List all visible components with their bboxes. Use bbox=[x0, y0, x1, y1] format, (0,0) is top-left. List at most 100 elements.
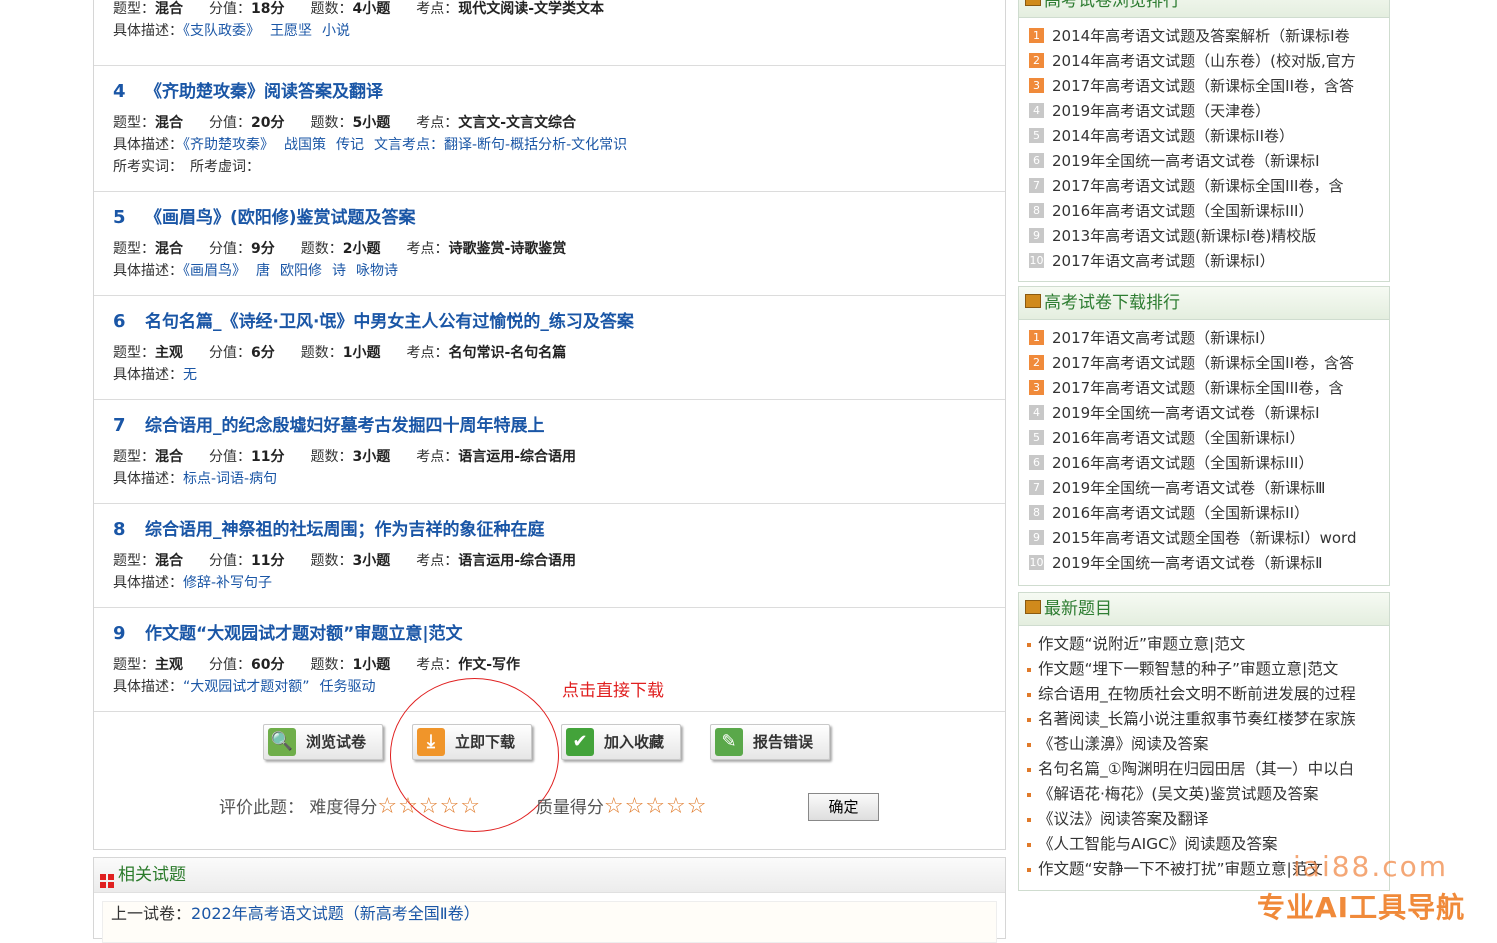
latest-item-link[interactable]: 《解语花·梅花》(吴文英)鉴赏试题及答案 bbox=[1038, 785, 1319, 803]
latest-item[interactable]: 名著阅读_长篇小说注重叙事节奏红楼梦在家族 bbox=[1027, 707, 1389, 732]
rank-item-link[interactable]: 2019年全国统一高考语文试卷（新课标Ⅱ bbox=[1052, 554, 1323, 572]
rank-item-link[interactable]: 2016年高考语文试题（全国新课标II） bbox=[1052, 504, 1309, 522]
rank-item[interactable]: 1 2017年语文高考试题（新课标Ⅰ） bbox=[1029, 326, 1389, 351]
browse-paper-button[interactable]: 🔍 浏览试卷 bbox=[263, 724, 383, 760]
rank-item-link[interactable]: 2017年高考语文试题（新课标全国III卷，含 bbox=[1052, 379, 1343, 397]
meta-value: 诗歌鉴赏-诗歌鉴赏 bbox=[448, 241, 567, 257]
description-tag[interactable]: 文言考点：翻译-断句-概括分析-文化常识 bbox=[374, 137, 627, 153]
latest-item[interactable]: 《议法》阅读答案及翻译 bbox=[1027, 807, 1389, 832]
previous-paper-link[interactable]: 2022年高考语文试题（新高考全国Ⅱ卷） bbox=[191, 904, 480, 923]
question-title[interactable]: 8 综合语用_神祭祖的社坛周围；作为吉祥的象征种在庭 bbox=[113, 504, 1005, 550]
question-title-link[interactable]: 综合语用_神祭祖的社坛周围；作为吉祥的象征种在庭 bbox=[145, 520, 545, 540]
rank-item[interactable]: 1 2014年高考语文试题及答案解析（新课标Ⅰ卷 bbox=[1029, 24, 1389, 49]
rank-item[interactable]: 2 2014年高考语文试题（山东卷）(校对版,官方 bbox=[1029, 49, 1389, 74]
description-tag[interactable]: “大观园试才题对额” bbox=[183, 679, 310, 695]
rank-item-link[interactable]: 2019年高考语文试题（天津卷） bbox=[1052, 102, 1270, 120]
rank-item-link[interactable]: 2016年高考语文试题（全国新课标III） bbox=[1052, 202, 1313, 220]
rank-item[interactable]: 2 2017年高考语文试题（新课标全国II卷，含答 bbox=[1029, 351, 1389, 376]
description-tag[interactable]: 《齐助楚攻秦》 bbox=[183, 137, 274, 153]
rank-item-link[interactable]: 2019年全国统一高考语文试卷（新课标Ⅰ bbox=[1052, 404, 1320, 422]
rank-item-link[interactable]: 2017年语文高考试题（新课标Ⅰ） bbox=[1052, 252, 1275, 270]
latest-item-link[interactable]: 名句名篇_①陶渊明在归园田居（其一）中以白 bbox=[1038, 760, 1354, 778]
description-tag[interactable]: 无 bbox=[183, 367, 197, 383]
quality-stars[interactable]: ☆☆☆☆☆ bbox=[604, 794, 708, 819]
question-title[interactable]: 6 名句名篇_《诗经·卫风·氓》中男女主人公有过愉悦的_练习及答案 bbox=[113, 296, 1005, 342]
question-title-link[interactable]: 作文题“大观园试才题对额”审题立意|范文 bbox=[145, 624, 463, 644]
description-tag[interactable]: 咏物诗 bbox=[356, 263, 398, 279]
rank-item[interactable]: 10 2017年语文高考试题（新课标Ⅰ） bbox=[1029, 249, 1389, 274]
latest-item-link[interactable]: 作文题“安静一下不被打扰”审题立意|范文 bbox=[1038, 860, 1323, 878]
description-tag[interactable]: 任务驱动 bbox=[320, 679, 376, 695]
rank-item[interactable]: 3 2017年高考语文试题（新课标全国III卷，含 bbox=[1029, 376, 1389, 401]
description-tag[interactable]: 修辞-补写句子 bbox=[183, 575, 272, 591]
rank-item-link[interactable]: 2017年高考语文试题（新课标全国III卷，含 bbox=[1052, 177, 1343, 195]
rank-item-link[interactable]: 2014年高考语文试题（山东卷）(校对版,官方 bbox=[1052, 52, 1356, 70]
rank-number-badge: 5 bbox=[1029, 430, 1044, 445]
question-title-link[interactable]: 《齐助楚攻秦》阅读答案及翻译 bbox=[145, 82, 383, 102]
rank-item-link[interactable]: 2017年语文高考试题（新课标Ⅰ） bbox=[1052, 329, 1275, 347]
latest-item[interactable]: 综合语用_在物质社会文明不断前进发展的过程 bbox=[1027, 682, 1389, 707]
description-tag[interactable]: 传记 bbox=[336, 137, 364, 153]
rank-item[interactable]: 5 2016年高考语文试题（全国新课标I） bbox=[1029, 426, 1389, 451]
description-tag[interactable]: 小说 bbox=[322, 23, 350, 39]
question-title[interactable]: 5 《画眉鸟》(欧阳修)鉴赏试题及答案 bbox=[113, 192, 1005, 238]
latest-item[interactable]: 《苍山漾濞》阅读及答案 bbox=[1027, 732, 1389, 757]
rank-item-link[interactable]: 2017年高考语文试题（新课标全国II卷，含答 bbox=[1052, 354, 1354, 372]
latest-item[interactable]: 名句名篇_①陶渊明在归园田居（其一）中以白 bbox=[1027, 757, 1389, 782]
rank-item-link[interactable]: 2013年高考语文试题(新课标I卷)精校版 bbox=[1052, 227, 1316, 245]
latest-item[interactable]: 作文题“埋下一颗智慧的种子”审题立意|范文 bbox=[1027, 657, 1389, 682]
rank-item[interactable]: 7 2017年高考语文试题（新课标全国III卷，含 bbox=[1029, 174, 1389, 199]
description-tag[interactable]: 欧阳修 bbox=[280, 263, 322, 279]
latest-item-link[interactable]: 综合语用_在物质社会文明不断前进发展的过程 bbox=[1038, 685, 1356, 703]
question-title-link[interactable]: 名句名篇_《诗经·卫风·氓》中男女主人公有过愉悦的_练习及答案 bbox=[145, 312, 634, 332]
difficulty-stars[interactable]: ☆☆☆☆☆ bbox=[377, 794, 481, 819]
rank-item[interactable]: 3 2017年高考语文试题（新课标全国II卷，含答 bbox=[1029, 74, 1389, 99]
description-tag[interactable]: 诗 bbox=[332, 263, 346, 279]
rank-item[interactable]: 9 2015年高考语文试题全国卷（新课标I）word bbox=[1029, 526, 1389, 551]
rank-item[interactable]: 5 2014年高考语文试题（新课标II卷） bbox=[1029, 124, 1389, 149]
latest-item-link[interactable]: 《议法》阅读答案及翻译 bbox=[1038, 810, 1209, 828]
rank-item[interactable]: 7 2019年全国统一高考语文试卷（新课标Ⅲ bbox=[1029, 476, 1389, 501]
rank-item[interactable]: 9 2013年高考语文试题(新课标I卷)精校版 bbox=[1029, 224, 1389, 249]
rank-item[interactable]: 8 2016年高考语文试题（全国新课标III） bbox=[1029, 199, 1389, 224]
confirm-rating-button[interactable]: 确定 bbox=[808, 793, 879, 821]
rank-item[interactable]: 6 2019年全国统一高考语文试卷（新课标Ⅰ bbox=[1029, 149, 1389, 174]
latest-item-link[interactable]: 作文题“埋下一颗智慧的种子”审题立意|范文 bbox=[1038, 660, 1338, 678]
rank-item[interactable]: 6 2016年高考语文试题（全国新课标III） bbox=[1029, 451, 1389, 476]
question-item: 8 综合语用_神祭祖的社坛周围；作为吉祥的象征种在庭 题型：混合 分值：11分 题数：3… bbox=[94, 504, 1005, 608]
rank-item-link[interactable]: 2016年高考语文试题（全国新课标III） bbox=[1052, 454, 1313, 472]
latest-item[interactable]: 《解语花·梅花》(吴文英)鉴赏试题及答案 bbox=[1027, 782, 1389, 807]
rank-item-link[interactable]: 2019年全国统一高考语文试卷（新课标Ⅲ bbox=[1052, 479, 1326, 497]
latest-item-link[interactable]: 名著阅读_长篇小说注重叙事节奏红楼梦在家族 bbox=[1038, 710, 1356, 728]
question-title-link[interactable]: 《画眉鸟》(欧阳修)鉴赏试题及答案 bbox=[145, 208, 416, 228]
description-tag[interactable]: 王愿坚 bbox=[270, 23, 312, 39]
question-extra: 所考实词： 所考虚词： bbox=[113, 159, 260, 175]
description-tag[interactable]: 《画眉鸟》 bbox=[183, 263, 246, 279]
latest-item[interactable]: 作文题“说附近”审题立意|范文 bbox=[1027, 632, 1389, 657]
question-title[interactable]: 7 综合语用_的纪念殷墟妇好墓考古发掘四十周年特展上 bbox=[113, 400, 1005, 446]
meta-key: 分值： bbox=[209, 657, 251, 673]
description-tag[interactable]: 战国策 bbox=[284, 137, 326, 153]
description-tag[interactable]: 标点-词语-病句 bbox=[183, 471, 277, 487]
rank-item-link[interactable]: 2015年高考语文试题全国卷（新课标I）word bbox=[1052, 529, 1356, 547]
rank-item-link[interactable]: 2014年高考语文试题（新课标II卷） bbox=[1052, 127, 1294, 145]
rank-item-link[interactable]: 2017年高考语文试题（新课标全国II卷，含答 bbox=[1052, 77, 1354, 95]
latest-item-link[interactable]: 作文题“说附近”审题立意|范文 bbox=[1038, 635, 1245, 653]
question-title-link[interactable]: 综合语用_的纪念殷墟妇好墓考古发掘四十周年特展上 bbox=[145, 416, 545, 436]
description-tag[interactable]: 《支队政委》 bbox=[183, 23, 260, 39]
add-favorite-button[interactable]: ✔ 加入收藏 bbox=[561, 724, 681, 760]
rank-item[interactable]: 10 2019年全国统一高考语文试卷（新课标Ⅱ bbox=[1029, 551, 1389, 576]
report-error-button[interactable]: ✎ 报告错误 bbox=[710, 724, 830, 760]
rank-item-link[interactable]: 2019年全国统一高考语文试卷（新课标Ⅰ bbox=[1052, 152, 1320, 170]
question-title[interactable]: 4 《齐助楚攻秦》阅读答案及翻译 bbox=[113, 66, 1005, 112]
rank-item[interactable]: 4 2019年高考语文试题（天津卷） bbox=[1029, 99, 1389, 124]
latest-item-link[interactable]: 《人工智能与AIGC》阅读题及答案 bbox=[1038, 835, 1278, 853]
rank-item-link[interactable]: 2016年高考语文试题（全国新课标I） bbox=[1052, 429, 1305, 447]
rank-item[interactable]: 4 2019年全国统一高考语文试卷（新课标Ⅰ bbox=[1029, 401, 1389, 426]
rank-item[interactable]: 8 2016年高考语文试题（全国新课标II） bbox=[1029, 501, 1389, 526]
rank-item-link[interactable]: 2014年高考语文试题及答案解析（新课标Ⅰ卷 bbox=[1052, 27, 1350, 45]
question-title[interactable]: 9 作文题“大观园试才题对额”审题立意|范文 bbox=[113, 608, 1005, 654]
description-tag[interactable]: 唐 bbox=[256, 263, 270, 279]
latest-item-link[interactable]: 《苍山漾濞》阅读及答案 bbox=[1038, 735, 1209, 753]
previous-paper: 上一试卷：2022年高考语文试题（新高考全国Ⅱ卷） bbox=[102, 901, 997, 943]
